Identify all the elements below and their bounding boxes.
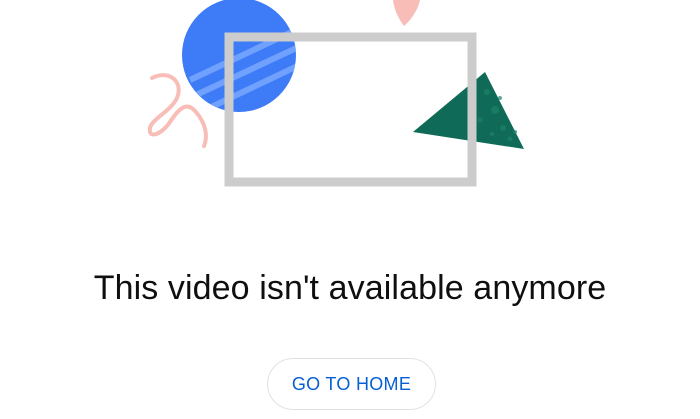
blue-circle-shape [182, 0, 296, 112]
pink-leaf-shape [393, 0, 420, 26]
go-to-home-button[interactable]: GO TO HOME [267, 358, 436, 410]
go-to-home-label: GO TO HOME [291, 373, 412, 394]
unavailable-message: This video isn't available anymore [93, 269, 607, 307]
unavailable-video-illustration [147, 0, 524, 187]
